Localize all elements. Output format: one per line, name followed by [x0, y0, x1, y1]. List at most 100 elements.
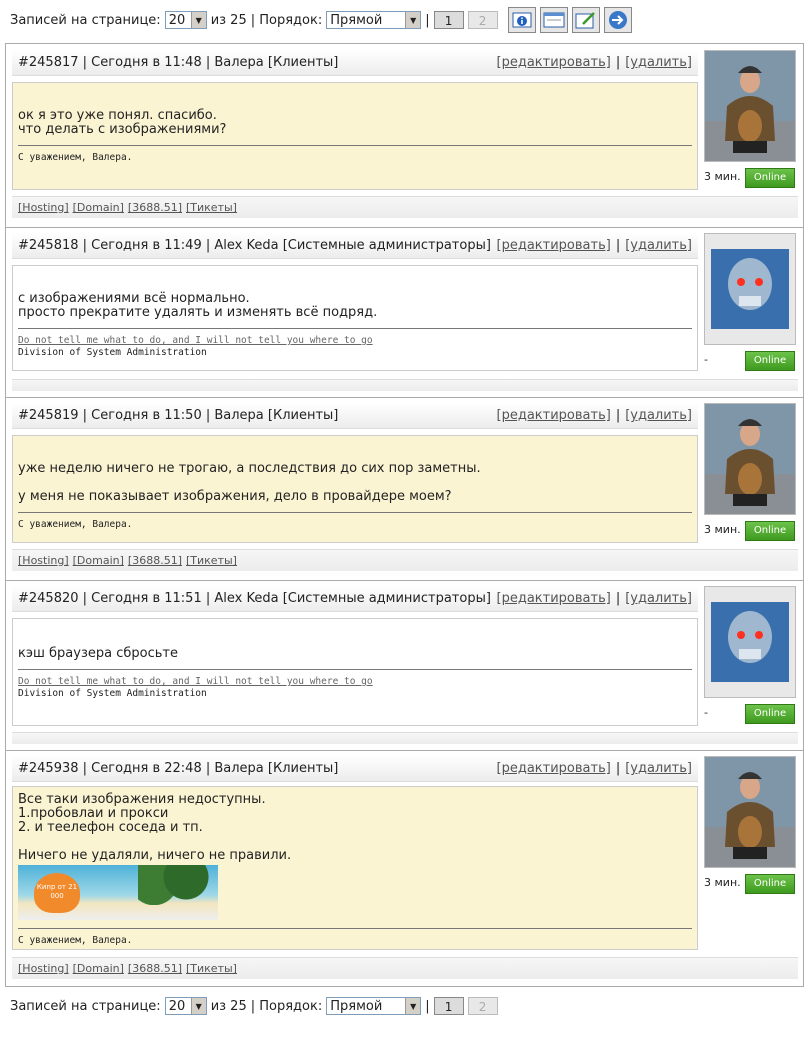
signature: С уважением, Валера.: [18, 512, 692, 531]
message-line: Ничего не удаляли, ничего не правили.: [18, 848, 292, 863]
page-2-button[interactable]: 2: [467, 11, 498, 29]
page-1-button[interactable]: 1: [433, 11, 464, 29]
chevron-down-icon: ▼: [405, 998, 421, 1014]
footer-link[interactable]: [3688.51]: [128, 962, 182, 975]
message-text: ок я это уже понял. спасибо. что делать с…: [18, 109, 692, 137]
message-actions: [редактировать] | [удалить]: [497, 761, 692, 776]
last-seen: 3 мин.: [704, 876, 741, 889]
pager-sep: |: [425, 12, 430, 28]
order-label: | Порядок:: [250, 12, 323, 28]
bottom-pager: Записей на странице: 20 ▼ из 25 | Порядо…: [10, 994, 498, 1018]
message-body: ок я это уже понял. спасибо. что делать с…: [12, 82, 698, 190]
footer-link[interactable]: [3688.51]: [128, 201, 182, 214]
action-sep: |: [615, 408, 621, 423]
message-footer: [12, 379, 798, 391]
window-icon[interactable]: [539, 7, 568, 33]
edit-link[interactable]: [редактировать]: [497, 761, 611, 776]
per-page-value: 20: [168, 998, 186, 1014]
message: #245938 | Сегодня в 22:48 | Валера [Клие…: [6, 750, 803, 987]
message-footer: [Hosting] [Domain] [3688.51] [Тикеты]: [12, 196, 798, 218]
message-text: уже неделю ничего не трогаю, а последств…: [18, 462, 692, 504]
edit-icon[interactable]: [571, 7, 600, 33]
per-page-label: Записей на странице:: [10, 998, 161, 1014]
message-line: ок я это уже понял. спасибо.: [18, 108, 217, 123]
delete-link[interactable]: [удалить]: [625, 761, 692, 776]
page-1-button[interactable]: 1: [433, 997, 464, 1015]
order-select[interactable]: Прямой ▼: [326, 997, 422, 1015]
user-avatar: [704, 586, 796, 698]
message: #245819 | Сегодня в 11:50 | Валера [Клие…: [6, 397, 803, 579]
last-seen: -: [704, 706, 708, 719]
footer-link[interactable]: [Domain]: [73, 554, 124, 567]
message: #245817 | Сегодня в 11:48 | Валера [Клие…: [6, 44, 803, 226]
footer-link[interactable]: [Тикеты]: [186, 201, 237, 214]
delete-link[interactable]: [удалить]: [625, 408, 692, 423]
message-body: с изображениями всё нормально. просто пре…: [12, 265, 698, 371]
action-sep: |: [615, 238, 621, 253]
message-line: 1.пробовлаи и прокси: [18, 806, 169, 821]
online-status-button[interactable]: Online: [745, 874, 795, 894]
online-status-button[interactable]: Online: [745, 521, 795, 541]
delete-link[interactable]: [удалить]: [625, 238, 692, 253]
online-status-button[interactable]: Online: [745, 351, 795, 371]
message-line: просто прекратите удалять и изменять всё…: [18, 305, 378, 320]
of-total: из 25: [210, 12, 247, 28]
message-line: 2. и теелефон соседа и тп.: [18, 820, 203, 835]
message: #245820 | Сегодня в 11:51 | Alex Keda [С…: [6, 580, 803, 762]
edit-link[interactable]: [редактировать]: [497, 408, 611, 423]
forward-icon[interactable]: [603, 7, 632, 33]
order-select[interactable]: Прямой ▼: [326, 11, 422, 29]
per-page-select[interactable]: 20 ▼: [164, 11, 207, 29]
signature-quote-link[interactable]: Do not tell me what to do, and I will no…: [18, 676, 373, 687]
delete-link[interactable]: [удалить]: [625, 591, 692, 606]
footer-link[interactable]: [Тикеты]: [186, 554, 237, 567]
ad-banner-image: Кипр от 21 000: [18, 865, 218, 920]
pager-sep: |: [425, 998, 430, 1014]
user-avatar: [704, 756, 796, 868]
banner-text: Кипр от 21 000: [36, 883, 78, 900]
footer-link[interactable]: [Domain]: [73, 962, 124, 975]
message-body: кэш браузера сбросьте Do not tell me what…: [12, 618, 698, 726]
footer-link[interactable]: [3688.51]: [128, 554, 182, 567]
footer-link[interactable]: [Тикеты]: [186, 962, 237, 975]
message-header: #245820 | Сегодня в 11:51 | Alex Keda [С…: [12, 586, 698, 612]
message-text: Все таки изображения недоступны. 1.пробов…: [18, 793, 692, 863]
edit-link[interactable]: [редактировать]: [497, 55, 611, 70]
footer-link[interactable]: [Hosting]: [18, 554, 69, 567]
edit-link[interactable]: [редактировать]: [497, 591, 611, 606]
signature: Do not tell me what to do, and I will no…: [18, 328, 692, 359]
message-info: #245820 | Сегодня в 11:51 | Alex Keda [С…: [18, 591, 491, 606]
signature-quote-link[interactable]: Do not tell me what to do, and I will no…: [18, 335, 373, 346]
user-avatar: [704, 50, 796, 162]
message-line: Все таки изображения недоступны.: [18, 792, 266, 807]
message-text: с изображениями всё нормально. просто пре…: [18, 292, 692, 320]
online-status-button[interactable]: Online: [745, 704, 795, 724]
signature: Do not tell me what to do, and I will no…: [18, 669, 692, 700]
message-actions: [редактировать] | [удалить]: [497, 55, 692, 70]
message-header: #245938 | Сегодня в 22:48 | Валера [Клие…: [12, 756, 698, 782]
message-divider: [6, 580, 803, 581]
per-page-label: Записей на странице:: [10, 12, 161, 28]
per-page-select[interactable]: 20 ▼: [164, 997, 207, 1015]
message-divider: [6, 227, 803, 228]
message-actions: [редактировать] | [удалить]: [497, 408, 692, 423]
message-text: кэш браузера сбросьте: [18, 647, 692, 661]
message-actions: [редактировать] | [удалить]: [497, 238, 692, 253]
footer-link[interactable]: [Hosting]: [18, 201, 69, 214]
of-total: из 25: [210, 998, 247, 1014]
online-status-button[interactable]: Online: [745, 168, 795, 188]
user-avatar: [704, 403, 796, 515]
footer-link[interactable]: [Hosting]: [18, 962, 69, 975]
message-line: у меня не показывает изображения, дело в…: [18, 489, 452, 504]
signature-department: Division of System Administration: [18, 347, 207, 358]
message-line: уже неделю ничего не трогаю, а последств…: [18, 461, 481, 476]
edit-link[interactable]: [редактировать]: [497, 238, 611, 253]
delete-link[interactable]: [удалить]: [625, 55, 692, 70]
action-sep: |: [615, 55, 621, 70]
footer-link[interactable]: [Domain]: [73, 201, 124, 214]
info-icon[interactable]: [507, 7, 536, 33]
signature-text: С уважением, Валера.: [18, 152, 133, 163]
signature: С уважением, Валера.: [18, 145, 692, 164]
message-body: уже неделю ничего не трогаю, а последств…: [12, 435, 698, 543]
page-2-button[interactable]: 2: [467, 997, 498, 1015]
